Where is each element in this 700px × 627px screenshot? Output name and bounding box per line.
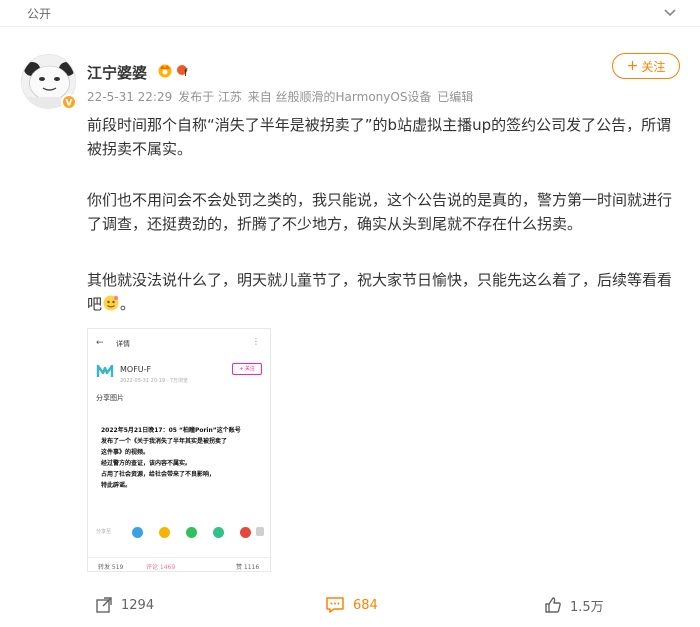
share-icon — [213, 527, 224, 538]
post-top-bar: 公开 — [0, 0, 700, 26]
more-icon: ⋮ — [252, 337, 260, 346]
post-paragraph: 前段时间那个自称“消失了半年是被拐卖了”的b站虚拟主播up的签约公司发了公告，所… — [87, 116, 672, 158]
shot-share-row: 分享至 — [96, 527, 264, 539]
visibility-label: 公开 — [27, 7, 52, 21]
shot-repost: 转发 519 — [98, 564, 124, 571]
mofu-logo-icon — [96, 364, 114, 377]
follow-label: 关注 — [641, 59, 666, 74]
post-paragraph-text: 其他就没法说什么了，明天就儿童节了，祝大家节日愉快，只能先这么着了，后续等看看吧 — [87, 271, 673, 313]
post-source: 来自 丝般顺滑的HarmonyOS设备 — [247, 90, 432, 104]
post-location: 发布于 江苏 — [178, 90, 242, 104]
chevron-down-icon[interactable] — [662, 6, 678, 20]
comment-count: 684 — [353, 597, 378, 613]
shot-time: 2022-05-31 20:19 · 7万浏览 — [120, 378, 189, 384]
shot-follow: + 关注 — [232, 363, 262, 375]
share-icon — [132, 527, 143, 538]
post-time[interactable]: 22-5-31 22:29 — [87, 90, 172, 104]
divider — [0, 26, 700, 27]
shot-share-title: 分享图片 — [96, 394, 124, 402]
attached-image[interactable]: ← 详情 ⋮ MOFU-F 2022-05-31 20:19 · 7万浏览 + … — [87, 328, 271, 572]
post-actions: 1294 684 1.5万 — [0, 590, 700, 620]
avatar[interactable]: V — [21, 54, 77, 110]
shot-comment: 评论 1469 — [146, 564, 176, 571]
share-icon — [186, 527, 197, 538]
share-icon — [240, 527, 251, 538]
edited-label[interactable]: 已编辑 — [437, 90, 473, 104]
comment-button[interactable]: 684 — [325, 590, 378, 620]
post-paragraph: 你们也不用问会不会处罚之类的，我只能说，这个公告说的是真的，警方第一时间就进行了… — [87, 191, 673, 233]
share-icon — [256, 527, 264, 536]
event-badge-icon[interactable]: f — [176, 62, 192, 78]
shot-account: MOFU-F — [120, 365, 152, 374]
post-meta: 22-5-31 22:29 发布于 江苏 来自 丝般顺滑的HarmonyOS设备… — [87, 88, 475, 105]
follow-button[interactable]: + 关注 — [612, 53, 680, 79]
author-name[interactable]: 江宁婆婆 — [87, 62, 147, 83]
thumbs-up-icon — [545, 597, 561, 613]
shot-line: 这件事》的视频。 — [101, 449, 150, 456]
shot-line: 特此辟谣。 — [101, 482, 132, 489]
plus-icon: + — [626, 58, 639, 74]
crown-badge-icon[interactable] — [157, 62, 173, 78]
shot-line: 经过警方的查证，该内容不属实。 — [101, 460, 192, 467]
post-paragraph-last: 其他就没法说什么了，明天就儿童节了，祝大家节日愉快，只能先这么着了，后续等看看吧… — [87, 271, 673, 313]
comment-icon — [326, 597, 344, 613]
svg-text:V: V — [66, 99, 73, 108]
like-count: 1.5万 — [570, 599, 604, 615]
shot-line: 2022年5月21日晚17：05 “柏瞳Porin”这个账号 — [101, 427, 241, 434]
emoji-icon — [103, 295, 119, 311]
repost-button[interactable]: 1294 — [95, 590, 154, 620]
like-button[interactable]: 1.5万 — [544, 590, 604, 620]
share-icon — [159, 527, 170, 538]
shot-line: 发布了一个《关于我消失了半年其实是被拐卖了 — [101, 438, 228, 445]
shot-bottom-bar: 转发 519 评论 1469 赞 1116 — [88, 557, 270, 571]
shot-like: 赞 1116 — [236, 564, 260, 571]
shot-line: 占用了社会资源，给社会带来了不良影响， — [101, 471, 216, 478]
repost-count: 1294 — [121, 597, 155, 613]
repost-icon — [96, 597, 112, 613]
shot-title: 详情 — [116, 340, 130, 348]
shot-body: 2022年5月21日晚17：05 “柏瞳Porin”这个账号 发布了一个《关于我… — [101, 425, 261, 491]
svg-text:f: f — [184, 68, 188, 78]
verified-badge-icon: V — [61, 94, 77, 110]
shot-share-label: 分享至 — [96, 529, 112, 535]
back-arrow-icon: ← — [96, 338, 104, 348]
